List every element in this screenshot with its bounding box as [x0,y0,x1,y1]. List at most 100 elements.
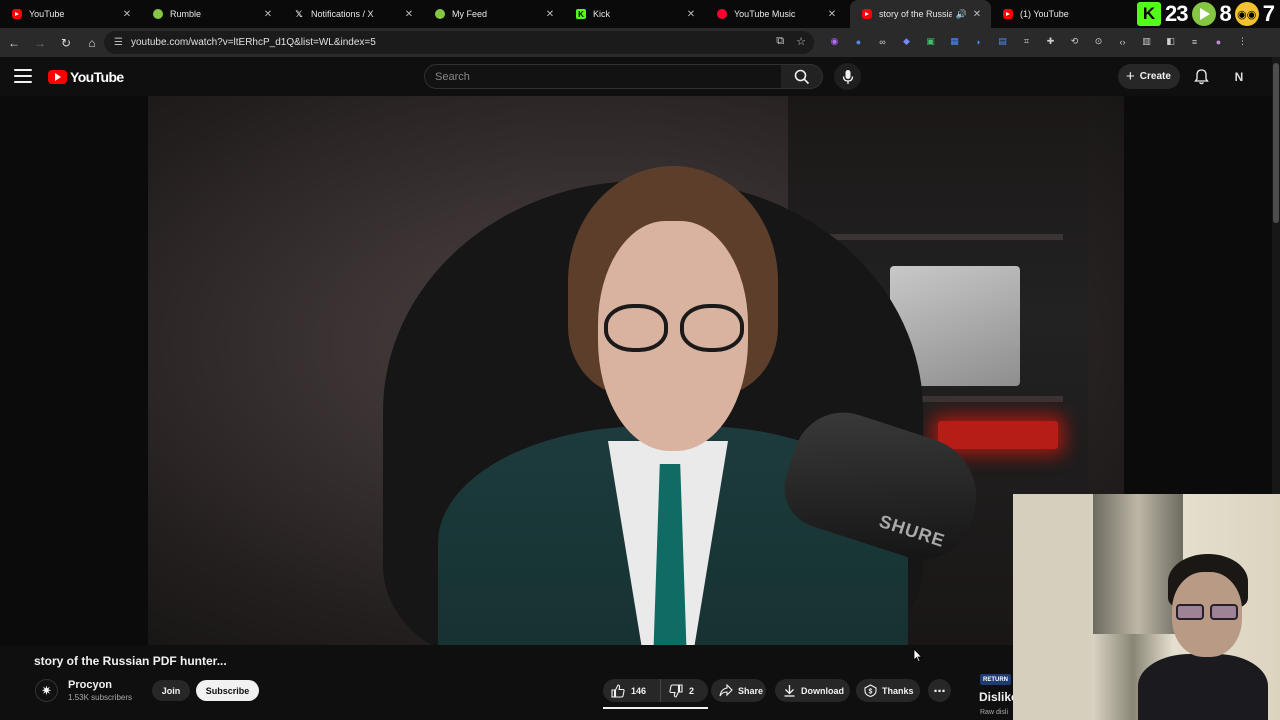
dislike-count: 2 [689,685,695,696]
tab-x-notifications[interactable]: 𝕏 Notifications / X ✕ [282,0,423,28]
share-label: Share [738,685,764,696]
profile-icon[interactable]: ● [1210,33,1227,50]
close-icon[interactable]: ✕ [403,9,415,20]
extension-toolbar: ◉ ● ∞ ◆ ▣ ▦ ◗ ▤ ⌗ ✚ ⟲ ⊙ ‹› ▥ ◧ ≡ ● ⋮ [826,33,1251,50]
youtube-logo[interactable]: YouTube [48,69,124,85]
webcam-person [1138,554,1268,720]
return-dislike-title: Dislike [979,690,1018,704]
browser-toolbar: ← → ↻ ⌂ ☰ youtube.com/watch?v=ltERhcP_d1… [0,28,1280,57]
address-bar[interactable]: ☰ youtube.com/watch?v=ltERhcP_d1Q&list=W… [104,31,814,54]
presenter-head [568,166,778,466]
site-info-icon[interactable]: ☰ [114,37,123,48]
extension-icon[interactable]: ⊙ [1090,33,1107,50]
browser-tab-strip: YouTube ✕ Rumble ✕ 𝕏 Notifications / X ✕… [0,0,1280,28]
code-icon[interactable]: ‹› [1114,33,1131,50]
download-label: Download [801,685,844,696]
more-actions-button[interactable]: ⋯ [928,679,951,702]
history-icon[interactable]: ⟲ [1066,33,1083,50]
download-button[interactable]: Download [775,679,850,702]
tab-rumble[interactable]: Rumble ✕ [141,0,282,28]
tab-title: My Feed [452,9,488,19]
close-icon[interactable]: ✕ [262,9,274,20]
super-thanks-icon: $ [864,684,877,697]
search-box [424,64,782,89]
dislike-button[interactable]: 2 [661,683,695,698]
subscriber-count: 1.53K subscribers [68,693,133,702]
rumble-icon [435,9,445,19]
account-avatar[interactable]: N [1228,66,1250,88]
return-dislike-subtitle: Raw disli [980,709,1009,716]
cast-icon[interactable]: ⧉ [776,35,784,48]
youtube-icon [12,9,22,19]
close-icon[interactable]: ✕ [544,9,556,20]
face-extension-icon[interactable]: ◉◉ [1234,2,1259,26]
sidebar-icon[interactable]: ◧ [1162,33,1179,50]
red-light [938,421,1058,449]
speaker-icon[interactable]: 🔊 [956,9,967,20]
extension-icon[interactable]: ⌗ [1018,33,1035,50]
tab-title: YouTube [29,9,65,19]
notifications-button[interactable] [1189,65,1213,89]
extension-icon[interactable]: ∞ [874,33,891,50]
rumble-icon [153,9,163,19]
close-icon[interactable]: ✕ [826,9,838,20]
puzzle-icon[interactable]: ✚ [1042,33,1059,50]
bell-icon [1193,69,1209,85]
tab-youtube-2[interactable]: (1) YouTube [991,0,1086,28]
channel-avatar[interactable]: ✷ [35,679,58,702]
search-input[interactable] [425,65,781,88]
tab-title: (1) YouTube [1020,9,1069,19]
mouse-cursor-icon [913,648,923,662]
close-icon[interactable]: ✕ [971,9,983,20]
kick-count: 23 [1165,1,1189,26]
thanks-button[interactable]: $ Thanks [856,679,920,702]
microphone-icon [842,69,853,84]
create-button[interactable]: + Create [1118,64,1180,89]
forward-icon[interactable]: → [28,31,52,55]
extension-icon[interactable]: ▣ [922,33,939,50]
extension-icon[interactable]: ● [850,33,867,50]
extension-icon[interactable]: ◉ [826,33,843,50]
tab-kick[interactable]: K Kick ✕ [564,0,705,28]
extension-icon[interactable]: ▤ [994,33,1011,50]
rumble-extension-icon[interactable] [1191,2,1216,26]
youtube-logo-icon [48,70,67,84]
channel-name[interactable]: Procyon [68,679,112,691]
back-icon[interactable]: ← [2,31,26,55]
like-button[interactable]: 146 [603,679,661,702]
menu-icon[interactable]: ≡ [1186,33,1203,50]
download-icon [784,685,795,697]
tab-youtube[interactable]: YouTube ✕ [0,0,141,28]
tab-current-video[interactable]: story of the Russian PDF hunter... 🔊 ✕ [850,0,991,28]
webcam-overlay [1013,494,1280,720]
kick-extension-icon[interactable]: K [1137,2,1162,26]
subscribe-button[interactable]: Subscribe [196,680,259,701]
extension-icon[interactable]: ▦ [946,33,963,50]
thumbs-down-icon [669,683,683,698]
join-button[interactable]: Join [152,680,190,701]
url-text: youtube.com/watch?v=ltERhcP_d1Q&list=WL&… [130,37,376,48]
hamburger-menu-icon[interactable] [14,69,32,83]
more-icon: ⋯ [933,683,946,698]
star-icon[interactable]: ☆ [796,35,806,48]
x-icon: 𝕏 [295,8,303,19]
video-frame[interactable]: SHURE [148,96,1124,645]
tab-my-feed[interactable]: My Feed ✕ [423,0,564,28]
tab-youtube-music[interactable]: YouTube Music ✕ [705,0,846,28]
close-icon[interactable]: ✕ [685,9,697,20]
scrollbar-thumb[interactable] [1273,63,1279,223]
extension-icon[interactable]: ◗ [970,33,987,50]
video-title: story of the Russian PDF hunter... [34,654,227,668]
close-icon[interactable]: ✕ [121,9,133,20]
kebab-menu-icon[interactable]: ⋮ [1234,33,1251,50]
youtube-icon [862,9,872,19]
voice-search-button[interactable] [834,63,861,90]
reload-icon[interactable]: ↻ [54,31,78,55]
search-button[interactable] [781,64,823,89]
extension-icon[interactable]: ◆ [898,33,915,50]
tab-title: Notifications / X [311,9,374,19]
share-icon [719,684,733,697]
reading-list-icon[interactable]: ▥ [1138,33,1155,50]
home-icon[interactable]: ⌂ [80,31,104,55]
share-button[interactable]: Share [711,679,766,702]
